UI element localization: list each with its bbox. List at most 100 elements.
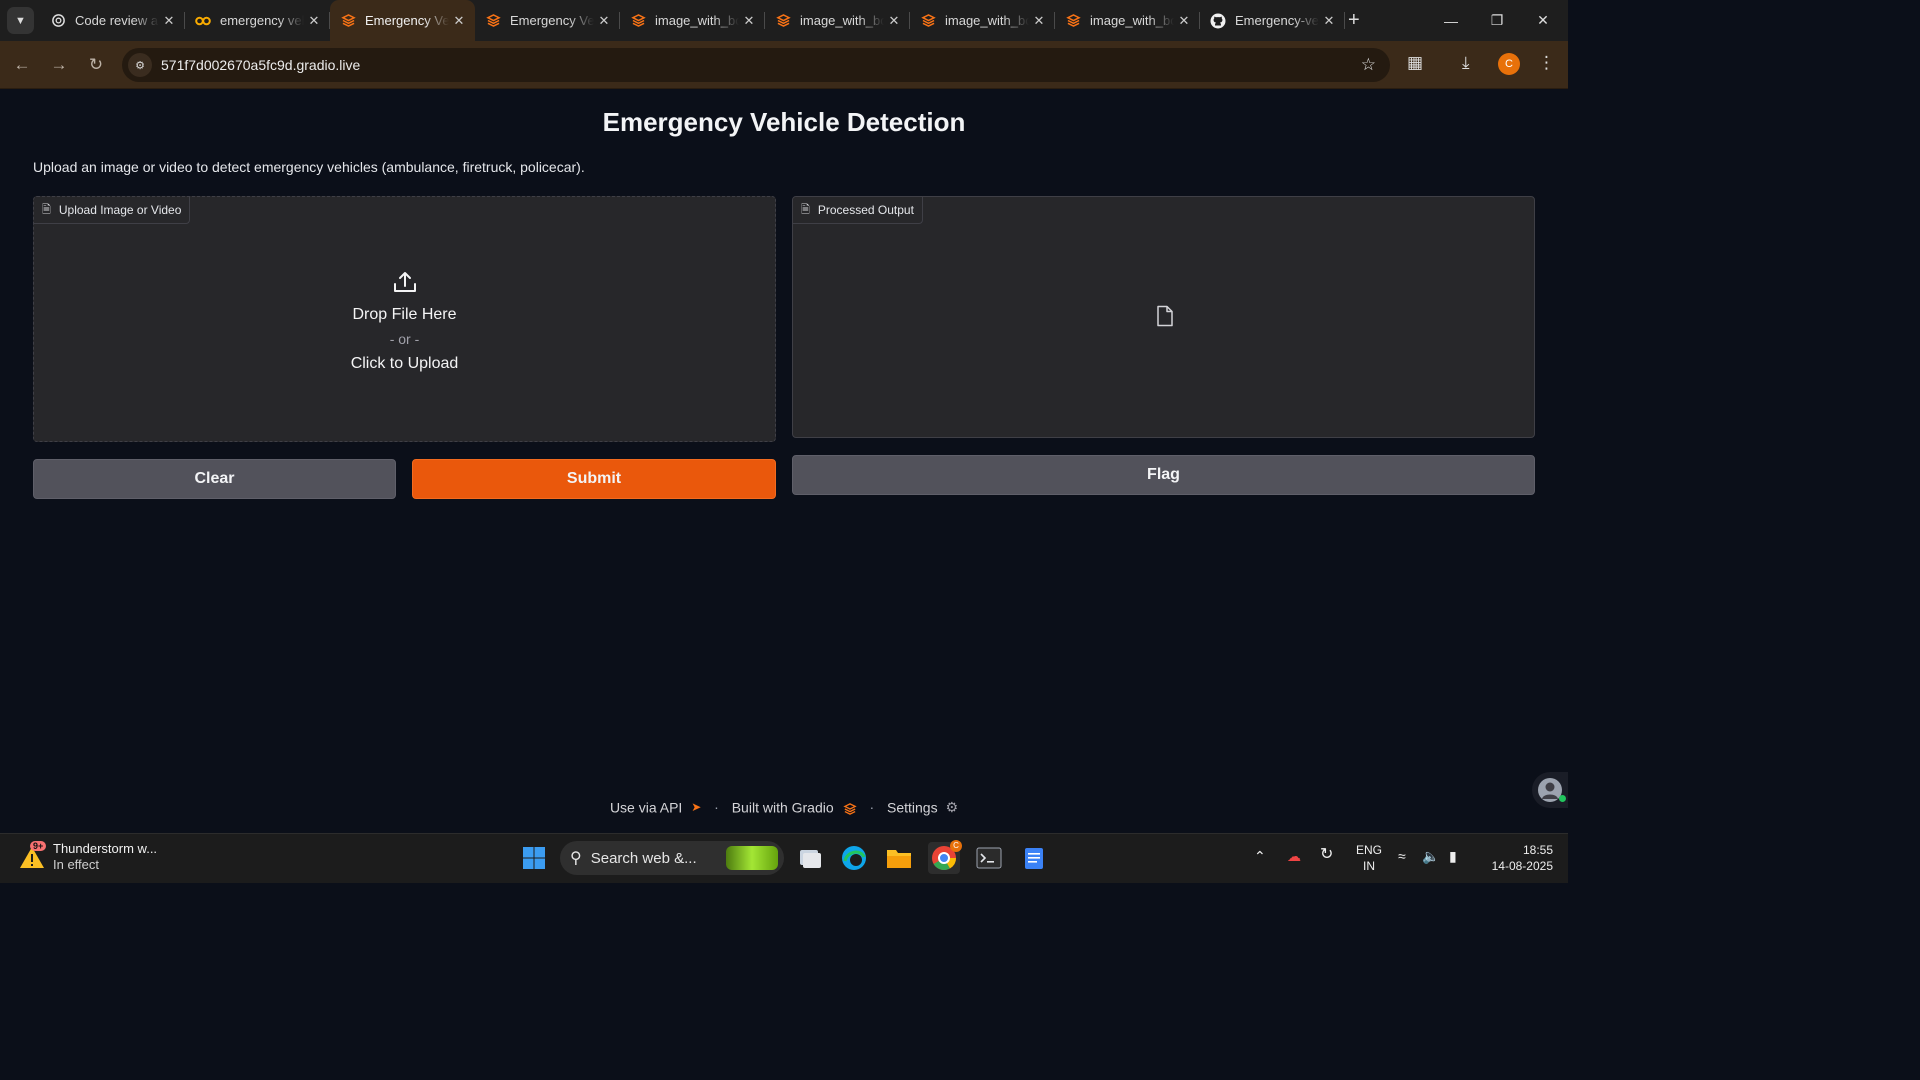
region-code: IN [1363, 859, 1375, 873]
search-highlight-image [726, 846, 778, 870]
tab-gradio[interactable]: Emergency Vehicle Detection ✕ [475, 0, 620, 41]
close-window-icon[interactable]: ✕ [1520, 0, 1566, 41]
tab-title: Code review assistant [75, 13, 159, 28]
weather-warning-icon: 9+ [18, 841, 47, 871]
forward-icon[interactable]: → [47, 53, 71, 77]
tab-colab[interactable]: emergency vehicle detection ✕ [185, 0, 330, 41]
submit-button[interactable]: Submit [412, 459, 776, 499]
new-tab-button[interactable]: + [1348, 9, 1360, 31]
drop-area[interactable]: Drop File Here - or - Click to Upload [34, 269, 775, 376]
tab-title: image_with_boxes [655, 13, 739, 28]
tab-search-button[interactable]: ▼ [7, 7, 34, 34]
close-icon[interactable]: ✕ [1174, 13, 1194, 29]
chrome-icon[interactable]: C [928, 840, 962, 874]
weather-widget[interactable]: 9+ Thunderstorm w... In effect [18, 841, 157, 873]
onedrive-icon[interactable]: ☁ [1287, 848, 1301, 864]
output-panel-label: 🗎 Processed Output [793, 197, 923, 224]
colab-icon [195, 13, 211, 29]
flag-button[interactable]: Flag [792, 455, 1535, 495]
weather-subtitle: In effect [53, 857, 100, 872]
rocket-icon: ➤ [691, 800, 702, 815]
tab-gradio[interactable]: image_with_boxes ✕ [910, 0, 1055, 41]
gradio-footer: Use via API ➤ · Built with Gradio · Sett… [0, 798, 1568, 816]
tab-gradio[interactable]: image_with_boxes ✕ [765, 0, 910, 41]
tab-list: Code review assistant ✕ emergency vehicl… [40, 0, 1345, 41]
page-title: Emergency Vehicle Detection [602, 107, 966, 137]
gradio-app: Emergency Vehicle Detection Upload an im… [0, 89, 1568, 833]
clock-time: 18:55 [1522, 843, 1553, 857]
built-with-gradio-link[interactable]: Built with Gradio [732, 799, 834, 815]
upload-panel-label-text: Upload Image or Video [58, 203, 182, 217]
gradio-icon [920, 13, 936, 29]
browser-menu-icon[interactable]: ⋮ [1538, 53, 1555, 73]
clock-date: 14-08-2025 [1491, 859, 1553, 873]
close-icon[interactable]: ✕ [594, 13, 614, 29]
battery-icon[interactable]: ▮ [1449, 848, 1457, 864]
browser-toolbar: ← → ↻ ⚙ 571f7d002670a5fc9d.gradio.live ☆… [0, 41, 1568, 89]
volume-icon[interactable]: 🔈 [1422, 848, 1439, 864]
gradio-icon [485, 13, 501, 29]
settings-link[interactable]: Settings [887, 799, 938, 815]
bookmark-star-icon[interactable]: ☆ [1361, 55, 1376, 75]
close-icon[interactable]: ✕ [1029, 13, 1049, 29]
click-to-upload-text[interactable]: Click to Upload [34, 352, 775, 376]
close-icon[interactable]: ✕ [304, 13, 324, 29]
clock[interactable]: 18:55 14-08-2025 [1481, 842, 1553, 874]
file-icon: 🗎 [42, 203, 51, 216]
download-icon[interactable]: ⤓ [1462, 53, 1470, 73]
windows-start-icon[interactable] [518, 842, 550, 874]
upload-icon [393, 272, 416, 292]
tab-title: image_with_boxes [1090, 13, 1174, 28]
language-code: ENG [1355, 843, 1382, 857]
clear-button[interactable]: Clear [33, 459, 396, 499]
tab-gradio[interactable]: image_with_boxes ✕ [620, 0, 765, 41]
extensions-icon[interactable]: ▦ [1407, 53, 1423, 73]
output-panel-label-text: Processed Output [817, 203, 914, 217]
notepad-icon[interactable] [1018, 842, 1050, 874]
close-icon[interactable]: ✕ [159, 13, 179, 29]
task-view-icon[interactable] [794, 842, 826, 874]
search-icon: ⚲ [570, 850, 582, 867]
tab-title: Emergency-vehicle-detection [1235, 13, 1319, 28]
tab-title: Emergency Vehicle Detection [365, 13, 449, 28]
profile-avatar[interactable]: C [1498, 53, 1520, 75]
tab-gradio[interactable]: image_with_boxes ✕ [1055, 0, 1200, 41]
settings-gear-icon: ⚙ [945, 798, 959, 815]
file-explorer-icon[interactable] [883, 842, 915, 874]
close-icon[interactable]: ✕ [884, 13, 904, 29]
site-info-icon[interactable]: ⚙ [128, 53, 152, 77]
taskbar-search[interactable]: ⚲ Search web &... [560, 841, 784, 875]
reload-icon[interactable]: ↻ [84, 53, 108, 77]
address-bar[interactable]: ⚙ 571f7d002670a5fc9d.gradio.live ☆ [122, 48, 1390, 82]
show-hidden-icons-chevron[interactable]: ⌃ [1254, 848, 1266, 864]
url-text[interactable]: 571f7d002670a5fc9d.gradio.live [161, 57, 360, 73]
tab-active-gradio[interactable]: Emergency Vehicle Detection ✕ [330, 0, 475, 41]
language-indicator[interactable]: ENG IN [1354, 842, 1384, 874]
upload-panel-label: 🗎 Upload Image or Video [34, 197, 191, 224]
gradio-icon [630, 13, 646, 29]
tab-code-review[interactable]: Code review assistant ✕ [40, 0, 185, 41]
terminal-icon[interactable] [973, 842, 1005, 874]
or-text: - or - [389, 331, 420, 347]
tab-title: image_with_boxes [945, 13, 1029, 28]
close-icon[interactable]: ✕ [1319, 13, 1339, 29]
wifi-icon[interactable]: ≈ [1398, 848, 1406, 864]
gradio-logo-icon [842, 799, 861, 815]
weather-badge: 9+ [30, 841, 47, 851]
windows-taskbar: 9+ Thunderstorm w... In effect ⚲ Search … [0, 833, 1568, 883]
tab-github[interactable]: Emergency-vehicle-detection ✕ [1200, 0, 1345, 41]
taskbar-search-placeholder: Search web &... [590, 849, 697, 867]
edge-icon[interactable] [838, 842, 870, 874]
use-via-api-link[interactable]: Use via API [610, 799, 682, 815]
tab-title: image_with_boxes [800, 13, 884, 28]
close-icon[interactable]: ✕ [449, 13, 469, 29]
sync-icon[interactable]: ↻ [1320, 847, 1333, 863]
upload-dropzone[interactable]: 🗎 Upload Image or Video Drop File Here -… [33, 196, 776, 442]
close-icon[interactable]: ✕ [739, 13, 759, 29]
back-icon[interactable]: ← [10, 53, 34, 77]
restore-window-icon[interactable]: ❐ [1474, 0, 1520, 41]
app-description: Upload an image or video to detect emerg… [33, 159, 585, 175]
browser-tab-strip: ▼ Code review assistant ✕ emergency vehi… [0, 0, 1568, 41]
drop-file-text: Drop File Here [352, 306, 457, 323]
minimize-window-icon[interactable]: — [1428, 0, 1474, 41]
